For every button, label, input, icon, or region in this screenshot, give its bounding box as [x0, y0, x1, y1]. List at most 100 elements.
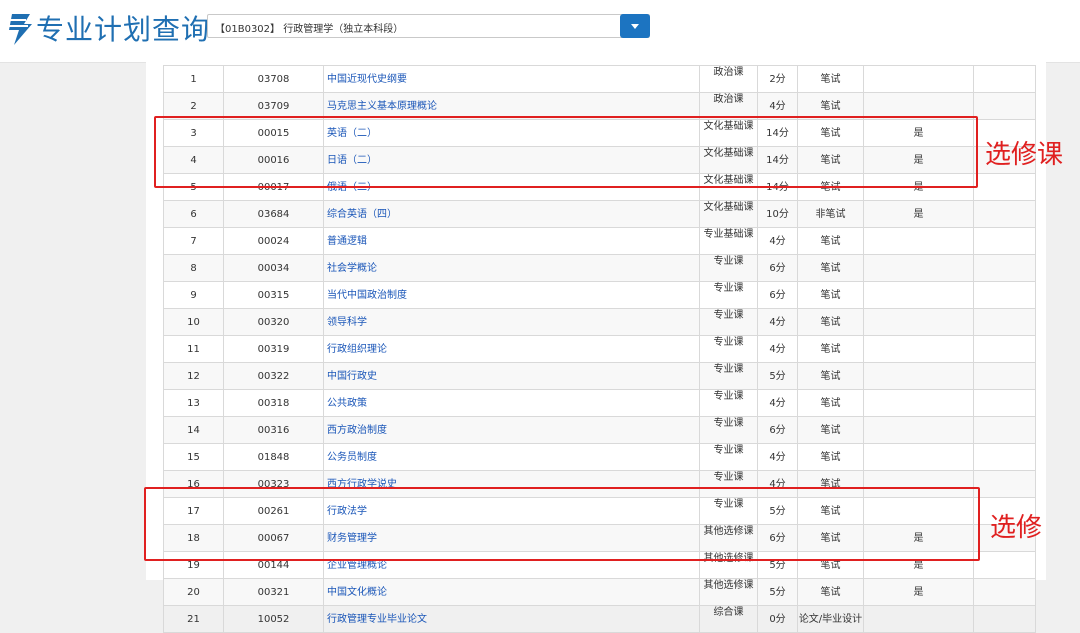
cell-exam: 笔试: [797, 281, 864, 309]
cell-empty: [973, 92, 1036, 120]
course-name-link[interactable]: 行政管理专业毕业论文: [323, 605, 700, 633]
course-name-link[interactable]: 行政组织理论: [323, 335, 700, 363]
cell-elective: [863, 65, 974, 93]
cell-type: 专业课: [699, 362, 758, 390]
cell-credits: 2分: [757, 65, 798, 93]
cell-elective: [863, 308, 974, 336]
cell-elective: 是: [863, 578, 974, 606]
page-title: 专业计划查询: [36, 13, 211, 46]
cell-elective: [863, 281, 974, 309]
cell-exam: 笔试: [797, 227, 864, 255]
cell-code: 03708: [223, 65, 324, 93]
highlight-box-language-electives: [154, 116, 978, 188]
cell-elective: [863, 389, 974, 417]
logo-icon: [8, 14, 32, 45]
cell-elective: 是: [863, 200, 974, 228]
cell-type: 专业课: [699, 443, 758, 471]
cell-exam: 非笔试: [797, 200, 864, 228]
dropdown-button[interactable]: [620, 14, 650, 38]
cell-code: 01848: [223, 443, 324, 471]
cell-type: 专业基础课: [699, 227, 758, 255]
course-name-link[interactable]: 西方政治制度: [323, 416, 700, 444]
cell-empty: [973, 173, 1036, 201]
cell-empty: [973, 389, 1036, 417]
cell-code: 00319: [223, 335, 324, 363]
program-select-value: 【01B0302】 行政管理学（独立本科段）: [215, 24, 404, 35]
cell-elective: [863, 443, 974, 471]
annotation-label-electives: 选修课: [985, 140, 1064, 170]
cell-credits: 4分: [757, 308, 798, 336]
cell-type: 专业课: [699, 308, 758, 336]
table-row: 1 03708 中国近现代史纲要 政治课 2分 笔试: [163, 65, 1036, 93]
course-name-link[interactable]: 中国行政史: [323, 362, 700, 390]
course-name-link[interactable]: 公共政策: [323, 389, 700, 417]
cell-no: 12: [163, 362, 224, 390]
cell-empty: [973, 470, 1036, 498]
cell-no: 6: [163, 200, 224, 228]
cell-code: 00316: [223, 416, 324, 444]
table-row: 11 00319 行政组织理论 专业课 4分 笔试: [163, 335, 1036, 363]
cell-no: 11: [163, 335, 224, 363]
table-row: 15 01848 公务员制度 专业课 4分 笔试: [163, 443, 1036, 471]
cell-type: 综合课: [699, 605, 758, 633]
cell-exam: 论文/毕业设计: [797, 605, 864, 633]
cell-type: 专业课: [699, 416, 758, 444]
cell-no: 1: [163, 65, 224, 93]
cell-code: 00318: [223, 389, 324, 417]
cell-exam: 笔试: [797, 416, 864, 444]
cell-credits: 5分: [757, 578, 798, 606]
cell-elective: [863, 362, 974, 390]
table-row: 12 00322 中国行政史 专业课 5分 笔试: [163, 362, 1036, 390]
cell-credits: 6分: [757, 416, 798, 444]
table-row: 13 00318 公共政策 专业课 4分 笔试: [163, 389, 1036, 417]
cell-empty: [973, 362, 1036, 390]
course-name-link[interactable]: 当代中国政治制度: [323, 281, 700, 309]
course-name-link[interactable]: 领导科学: [323, 308, 700, 336]
cell-code: 00024: [223, 227, 324, 255]
cell-empty: [973, 443, 1036, 471]
cell-credits: 5分: [757, 362, 798, 390]
cell-credits: 6分: [757, 281, 798, 309]
cell-no: 8: [163, 254, 224, 282]
table-row: 9 00315 当代中国政治制度 专业课 6分 笔试: [163, 281, 1036, 309]
table-row: 14 00316 西方政治制度 专业课 6分 笔试: [163, 416, 1036, 444]
cell-exam: 笔试: [797, 335, 864, 363]
cell-empty: [973, 308, 1036, 336]
cell-elective: [863, 254, 974, 282]
table-row: 8 00034 社会学概论 专业课 6分 笔试: [163, 254, 1036, 282]
cell-credits: 0分: [757, 605, 798, 633]
header-bar: 专业计划查询 【01B0302】 行政管理学（独立本科段）: [0, 0, 1080, 63]
cell-type: 文化基础课: [699, 200, 758, 228]
program-select[interactable]: 【01B0302】 行政管理学（独立本科段）: [207, 14, 650, 38]
cell-exam: 笔试: [797, 308, 864, 336]
cell-credits: 4分: [757, 389, 798, 417]
cell-empty: [973, 335, 1036, 363]
table-row: 21 10052 行政管理专业毕业论文 综合课 0分 论文/毕业设计: [163, 605, 1036, 633]
course-name-link[interactable]: 中国文化概论: [323, 578, 700, 606]
cell-type: 专业课: [699, 389, 758, 417]
cell-no: 13: [163, 389, 224, 417]
cell-empty: [973, 281, 1036, 309]
cell-type: 专业课: [699, 281, 758, 309]
cell-no: 7: [163, 227, 224, 255]
cell-code: 00034: [223, 254, 324, 282]
course-name-link[interactable]: 普通逻辑: [323, 227, 700, 255]
course-name-link[interactable]: 综合英语（四）: [323, 200, 700, 228]
cell-empty: [973, 605, 1036, 633]
cell-elective: [863, 227, 974, 255]
highlight-box-other-electives: [144, 487, 980, 561]
cell-no: 9: [163, 281, 224, 309]
cell-code: 00315: [223, 281, 324, 309]
cell-exam: 笔试: [797, 65, 864, 93]
cell-code: 03684: [223, 200, 324, 228]
course-name-link[interactable]: 社会学概论: [323, 254, 700, 282]
table-row: 6 03684 综合英语（四） 文化基础课 10分 非笔试是: [163, 200, 1036, 228]
cell-no: 14: [163, 416, 224, 444]
cell-credits: 6分: [757, 254, 798, 282]
course-name-link[interactable]: 中国近现代史纲要: [323, 65, 700, 93]
cell-no: 10: [163, 308, 224, 336]
cell-exam: 笔试: [797, 362, 864, 390]
cell-elective: [863, 335, 974, 363]
course-name-link[interactable]: 公务员制度: [323, 443, 700, 471]
cell-type: 其他选修课: [699, 578, 758, 606]
